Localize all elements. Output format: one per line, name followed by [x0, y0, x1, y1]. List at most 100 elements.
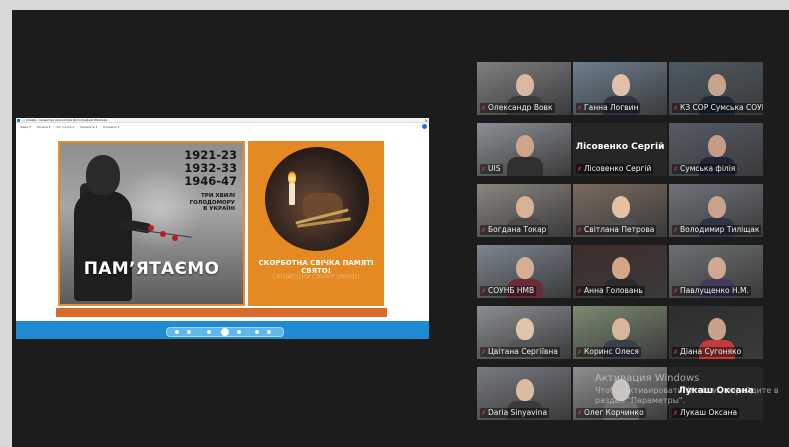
menu-open[interactable]: Открыть ▾	[103, 124, 119, 130]
participant-name-label: ✗ Анна Головань	[576, 286, 645, 296]
slide-canvas: 1921-23 1932-33 1946-47 ТРИ ХВИЛІ ГОЛОДО…	[16, 131, 429, 307]
mic-muted-icon: ✗	[673, 105, 679, 112]
participant-name-label: ✗ Daria Sinyavina	[480, 408, 550, 418]
participant-face	[516, 257, 534, 279]
three-waves-caption: ТРИ ХВИЛІ ГОЛОДОМОРУ В УКРАЇНІ	[175, 193, 235, 213]
participant-face	[516, 135, 534, 157]
participant-tile[interactable]: ✗ Daria Sinyavina	[477, 367, 571, 420]
mic-muted-icon: ✗	[673, 349, 679, 356]
next-icon[interactable]	[237, 330, 241, 334]
participant-name: Богдана Токар	[488, 225, 547, 234]
participant-name-placeholder: Лісовенко Сергій	[575, 142, 665, 152]
red-flower	[172, 235, 178, 241]
participant-face	[708, 257, 726, 279]
participant-gallery: ✗ Олександр Вовк ✗ Ганна Логвин ✗ КЗ СОР Сумс…	[477, 62, 767, 420]
participant-tile[interactable]: ✗ Анна Головань	[573, 245, 667, 298]
participant-tile[interactable]: ✗ UIS	[477, 123, 571, 176]
candle	[289, 183, 295, 205]
menu-print[interactable]: Печать ▾	[37, 124, 51, 130]
help-icon[interactable]	[422, 124, 427, 129]
close-icon[interactable]: ✕	[425, 118, 428, 123]
participant-face	[612, 196, 630, 218]
participant-face	[612, 74, 630, 96]
participant-name: Анна Головань	[584, 286, 643, 295]
participant-tile[interactable]: ✗ Світлана Петрова	[573, 184, 667, 237]
participant-tile[interactable]: ✗ Ганна Логвин	[573, 62, 667, 115]
slide-holodomor-memorial: 1921-23 1932-33 1946-47 ТРИ ХВИЛІ ГОЛОДО…	[58, 141, 245, 306]
mic-muted-icon: ✗	[577, 410, 583, 417]
slide-memory-candle: СКОРБОТНА СВІЧКА ПАМЯТІ СВЯТО! СКОРБОТНА…	[248, 141, 384, 306]
participant-tile[interactable]: ✗КЗ СОР Сумська СОУНБ	[669, 62, 763, 115]
year-line: 1946-47	[184, 174, 237, 188]
photo-viewer-titlebar: — Слайд – Средство просмотра фотографий …	[16, 118, 429, 123]
caption-reflection: СКОРБОТНА СВІЧКА ПАМЯТІ	[272, 272, 360, 279]
participant-name-label: ✗ СОУНБ НМВ	[480, 286, 537, 296]
participant-name: КЗ СОР Сумська СОУНБ	[680, 103, 763, 112]
playback-controls[interactable]	[166, 327, 284, 337]
zoom-icon[interactable]	[175, 330, 179, 334]
actual-size-icon[interactable]	[187, 330, 191, 334]
participant-face	[708, 135, 726, 157]
mic-muted-icon: ✗	[481, 410, 487, 417]
mic-muted-icon: ✗	[481, 227, 487, 234]
participant-name-label: ✗КЗ СОР Сумська СОУНБ	[672, 103, 763, 113]
participant-name: Коринс Олеся	[584, 347, 639, 356]
participant-name-label: ✗ Сумська філія	[672, 164, 738, 174]
participant-name: Світлана Петрова	[584, 225, 655, 234]
participant-tile[interactable]: ✗ Володимир Тиліщак	[669, 184, 763, 237]
photo-viewer-app-icon	[17, 119, 20, 122]
participant-name: UIS	[488, 164, 501, 173]
shared-screen[interactable]: — Слайд – Средство просмотра фотографий …	[16, 118, 429, 339]
rotate-left-icon[interactable]	[255, 330, 259, 334]
participant-name: Цвітана Сергіївна	[488, 347, 558, 356]
participant-tile[interactable]: ✗ СОУНБ НМВ	[477, 245, 571, 298]
remember-headline: ПАМ’ЯТАЄМО	[83, 259, 220, 279]
participant-face	[612, 318, 630, 340]
participant-tile[interactable]: ✗ Цвітана Сергіївна	[477, 306, 571, 359]
red-flower	[160, 231, 166, 237]
participant-name-label: ✗ Ганна Логвин	[576, 103, 641, 113]
caption-line: В УКРАЇНІ	[203, 206, 235, 212]
mic-muted-icon: ✗	[481, 105, 487, 112]
participant-name-label: ✗ Володимир Тиліщак	[672, 225, 762, 235]
participant-tile[interactable]: ✗ Олександр Вовк	[477, 62, 571, 115]
participant-name: Павлущенко Н.М.	[680, 286, 749, 295]
participant-tile[interactable]: ✗ Богдана Токар	[477, 184, 571, 237]
mic-muted-icon: ✗	[673, 410, 679, 417]
statue-body	[74, 191, 132, 301]
participant-tile[interactable]: ✗ Діана Сугоняко	[669, 306, 763, 359]
participant-face	[516, 318, 534, 340]
participant-name-label: ✗ Павлущенко Н.М.	[672, 286, 751, 296]
zoom-meeting-window: — Слайд – Средство просмотра фотографий …	[12, 10, 789, 447]
participant-face	[612, 257, 630, 279]
participant-torso	[507, 157, 543, 176]
participant-name: Ганна Логвин	[584, 103, 639, 112]
mic-muted-icon: ✗	[577, 349, 583, 356]
participant-name: СОУНБ НМВ	[488, 286, 535, 295]
participant-tile[interactable]: ✗ Павлущенко Н.М.	[669, 245, 763, 298]
participant-name: Лісовенко Сергій	[584, 164, 652, 173]
rotate-right-icon[interactable]	[267, 330, 271, 334]
menu-file[interactable]: Файл ▾	[20, 124, 31, 130]
participant-face	[516, 196, 534, 218]
menu-burn[interactable]: Записать ▾	[80, 124, 97, 130]
caption-line: СКОРБОТНА СВІЧКА ПАМЯТІ	[258, 259, 374, 267]
photo-viewer-menubar: Файл ▾ Печать ▾ Эл. почта ▾ Записать ▾ О…	[16, 124, 429, 130]
participant-face	[708, 196, 726, 218]
participant-face	[708, 318, 726, 340]
slideshow-icon[interactable]	[221, 328, 229, 336]
participant-name: Daria Sinyavina	[488, 408, 548, 417]
participant-name: Олександр Вовк	[488, 103, 553, 112]
participant-name: Сумська філія	[680, 164, 736, 173]
menu-email[interactable]: Эл. почта ▾	[56, 124, 74, 130]
participant-name-label: ✗ Діана Сугоняко	[672, 347, 744, 357]
participant-face	[516, 379, 534, 401]
participant-name: Олег Корчинко	[584, 408, 644, 417]
participant-name-label: ✗ Коринс Олеся	[576, 347, 641, 357]
participant-name-label: ✗ Лісовенко Сергій	[576, 164, 654, 174]
previous-icon[interactable]	[207, 330, 211, 334]
participant-tile[interactable]: ✗ Сумська філія	[669, 123, 763, 176]
participant-name-label: ✗ Лукаш Оксана	[672, 408, 740, 418]
participant-tile[interactable]: Лісовенко Сергій ✗ Лісовенко Сергій	[573, 123, 667, 176]
participant-tile[interactable]: ✗ Коринс Олеся	[573, 306, 667, 359]
